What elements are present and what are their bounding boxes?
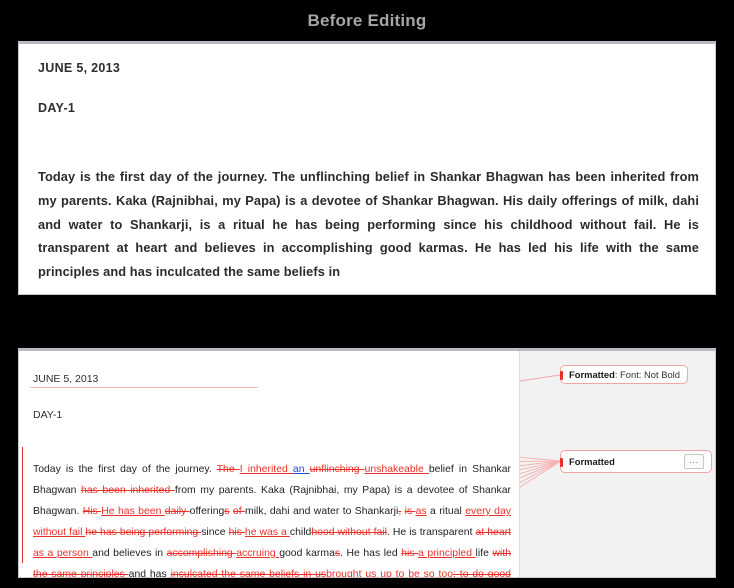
- balloon-anchor-dot: [560, 457, 563, 467]
- deleted-text-run: his: [228, 527, 245, 539]
- inserted-text-run: he was a: [244, 527, 290, 539]
- deleted-text-run: His: [82, 506, 102, 518]
- markup-margin-area: Formatted: Font: Not Bold Formatted ...: [519, 351, 715, 577]
- inserted-text-run: brought us up to be so too: [326, 569, 454, 578]
- inserted-text-run: as a person: [33, 548, 93, 560]
- before-editing-title: Before Editing: [307, 11, 427, 30]
- before-body-paragraph: Today is the first day of the journey. T…: [38, 169, 699, 280]
- balloon-label: Formatted: [569, 456, 615, 467]
- text-run: since: [201, 527, 229, 539]
- deleted-text-run: s: [224, 506, 230, 518]
- balloon-detail: : Font: Not Bold: [614, 369, 680, 380]
- text-run: . He has led: [340, 548, 402, 560]
- text-run: offering: [189, 506, 225, 518]
- deleted-text-run: he has being performing: [85, 527, 202, 539]
- deleted-text-run: unflinching: [309, 464, 365, 475]
- deleted-text-run: daily: [164, 506, 190, 518]
- text-run: and has: [128, 569, 171, 578]
- text-run: good karma: [279, 548, 335, 560]
- after-document-page[interactable]: JUNE 5, 2013 DAY-1 Today is the first da…: [19, 351, 519, 577]
- change-bar: [22, 447, 23, 563]
- deleted-text-run: The: [216, 464, 240, 475]
- balloon-anchor-dot: [560, 370, 563, 380]
- text-run: Today is the first day of the journey.: [33, 464, 217, 475]
- text-run: a ritual: [426, 506, 466, 518]
- deleted-text-run: at heart: [475, 527, 512, 539]
- deleted-text-run: has been inherited: [81, 485, 175, 497]
- screenshot-root: Before Editing JUNE 5, 2013 DAY-1 Today …: [0, 0, 734, 588]
- deleted-text-run: inculcated the same beliefs in us: [170, 569, 327, 578]
- inserted-text-run: unshakeable: [364, 464, 429, 475]
- markup-balloon-formatted[interactable]: Formatted ...: [560, 450, 712, 473]
- inserted-text-run: a principled: [418, 548, 476, 560]
- after-date-heading: JUNE 5, 2013: [29, 373, 260, 388]
- inserted-text-run: He has been: [101, 506, 165, 518]
- text-run: and believes in: [92, 548, 167, 560]
- after-day-heading: DAY-1: [33, 409, 63, 421]
- inserted-text-run: as: [415, 506, 427, 518]
- markup-balloon-formatted-font-not-bold[interactable]: Formatted: Font: Not Bold: [560, 365, 688, 384]
- before-day-heading: DAY-1: [38, 101, 76, 115]
- text-run: . He is transparent: [386, 527, 476, 539]
- after-body-paragraph-tracked-changes: Today is the first day of the journey. T…: [33, 459, 512, 578]
- text-run: milk, dahi and water to Shankarji: [245, 506, 399, 518]
- balloon-options-ellipsis-button[interactable]: ...: [684, 454, 704, 469]
- balloon-label: Formatted: [569, 369, 615, 380]
- deleted-text-run: is: [404, 506, 416, 518]
- before-date-heading: JUNE 5, 2013: [38, 61, 121, 75]
- deleted-text-run: of: [232, 506, 246, 518]
- text-run: life: [475, 548, 493, 560]
- inserted-text-run: accruing: [236, 548, 280, 560]
- before-document-panel: JUNE 5, 2013 DAY-1 Today is the first da…: [18, 41, 716, 295]
- before-document-page: JUNE 5, 2013 DAY-1 Today is the first da…: [19, 44, 715, 284]
- inserted-text-run: I inherited: [239, 464, 293, 475]
- text-run: child: [289, 527, 312, 539]
- after-document-panel: JUNE 5, 2013 DAY-1 Today is the first da…: [18, 348, 716, 578]
- deleted-text-run: hood without fail: [311, 527, 387, 539]
- deleted-text-run: accomplishing: [166, 548, 237, 560]
- deleted-text-run: his: [401, 548, 419, 560]
- inserted-text-run-blue: an: [292, 464, 310, 475]
